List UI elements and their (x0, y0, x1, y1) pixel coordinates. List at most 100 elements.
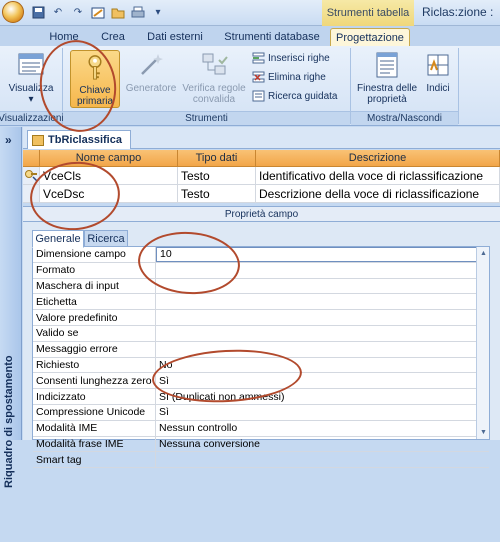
validation-icon (202, 53, 228, 75)
primary-key-label: Chiave primaria (76, 85, 114, 107)
property-label: Etichetta (33, 294, 156, 310)
property-value-input[interactable] (156, 263, 489, 278)
property-row[interactable]: Richiesto No (33, 357, 489, 374)
property-value-input[interactable]: Nessun controllo (156, 421, 489, 436)
group-label-tools: Strumenti (63, 111, 350, 125)
table-row[interactable]: VceCls Testo Identificativo della voce d… (23, 167, 500, 185)
lookup-wizard-label: Ricerca guidata (268, 90, 338, 102)
delete-rows-button[interactable]: Elimina righe (252, 71, 326, 83)
title-bar: ↶ ↷ ▾ Strumenti tabella Riclas:zione : (0, 0, 500, 26)
property-label: Formato (33, 262, 156, 278)
property-sheet-label: Finestra delle proprietà (356, 83, 418, 105)
indexes-icon (427, 54, 449, 76)
field-properties-header: Proprietà campo (23, 206, 500, 222)
tab-generale[interactable]: Generale (32, 230, 84, 248)
insert-rows-icon (252, 52, 265, 64)
print-icon[interactable] (130, 5, 146, 20)
table-row[interactable]: VceDsc Testo Descrizione della voce di r… (23, 185, 500, 203)
property-row[interactable]: Indicizzato Sì (Duplicati non ammessi) (33, 389, 489, 405)
row-selector[interactable] (23, 185, 40, 202)
property-row[interactable]: Dimensione campo 10 (33, 247, 489, 263)
property-value-input[interactable] (156, 279, 489, 294)
property-value-input[interactable] (156, 342, 489, 357)
primary-key-button[interactable]: Chiave primaria (70, 50, 120, 108)
property-row[interactable]: Maschera di input (33, 278, 489, 295)
tab-progettazione[interactable]: Progettazione (330, 28, 410, 46)
row-selector-header[interactable] (23, 150, 40, 166)
property-row[interactable]: Consenti lunghezza zero Sì (33, 373, 489, 390)
description-cell[interactable]: Identificativo della voce di riclassific… (256, 167, 500, 184)
property-label: Modalità IME (33, 420, 156, 436)
field-name-cell[interactable]: VceCls (40, 167, 178, 184)
property-label: Smart tag (33, 452, 156, 468)
office-button[interactable] (2, 1, 24, 23)
field-properties-table: Dimensione campo 10 Formato Maschera di i… (32, 246, 490, 469)
property-label: Dimensione campo (33, 247, 156, 262)
property-row[interactable]: Valore predefinito (33, 310, 489, 326)
field-design-grid: Nome campo Tipo dati Descrizione VceCls … (23, 150, 500, 203)
undo-icon[interactable]: ↶ (50, 5, 66, 20)
property-value-input[interactable] (156, 326, 489, 341)
insert-rows-button[interactable]: Inserisci righe (252, 52, 330, 64)
scroll-up-icon[interactable]: ▲ (478, 248, 489, 259)
validation-rules-button[interactable]: Verifica regole convalida (178, 50, 250, 105)
validation-label: Verifica regole convalida (182, 83, 246, 105)
view-button[interactable]: Visualizza ▾ (4, 50, 58, 105)
field-name-cell[interactable]: VceDsc (40, 185, 178, 202)
property-row[interactable]: Formato (33, 262, 489, 279)
tab-crea[interactable]: Crea (96, 28, 130, 46)
design-icon[interactable] (90, 5, 106, 20)
property-row[interactable]: Messaggio errore (33, 341, 489, 358)
group-label-views: Visualizzazioni (0, 111, 64, 125)
quick-access-toolbar: ↶ ↷ ▾ (30, 5, 166, 20)
property-row[interactable]: Compressione Unicode Sì (33, 404, 489, 421)
navigation-pane[interactable]: » Riquadro di spostamento (0, 127, 22, 488)
tab-dati-esterni[interactable]: Dati esterni (140, 28, 210, 46)
vertical-scrollbar[interactable]: ▲ ▼ (476, 247, 489, 439)
data-type-cell[interactable]: Testo (178, 185, 256, 202)
property-value-input[interactable]: Nessuna conversione (156, 437, 489, 452)
document-tab-tbriclassifica[interactable]: TbRiclassifica (27, 130, 131, 149)
property-value-input[interactable]: Sì (Duplicati non ammessi) (156, 389, 489, 404)
open-icon[interactable] (110, 5, 126, 20)
primary-key-small-icon (25, 169, 38, 182)
property-label: Richiesto (33, 357, 156, 373)
grid-header: Nome campo Tipo dati Descrizione (23, 150, 500, 167)
redo-icon[interactable]: ↷ (70, 5, 86, 20)
data-type-cell[interactable]: Testo (178, 167, 256, 184)
column-header-field-name: Nome campo (40, 150, 178, 166)
property-value-input[interactable]: Sì (156, 405, 489, 420)
property-row[interactable]: Valido se (33, 325, 489, 342)
property-row[interactable]: Smart tag (33, 452, 489, 469)
property-value-input[interactable]: Sì (156, 373, 489, 388)
context-tab-title: Strumenti tabella (322, 0, 414, 26)
property-row[interactable]: Modalità frase IME Nessuna conversione (33, 436, 489, 453)
property-row[interactable]: Etichetta (33, 294, 489, 311)
builder-button[interactable]: Generatore (124, 50, 178, 94)
property-value-input[interactable]: 10 (156, 247, 489, 262)
property-value-input[interactable]: No (156, 358, 489, 373)
window-title: Riclas:zione : (422, 5, 494, 19)
dropdown-icon[interactable]: ▾ (150, 5, 166, 20)
builder-label: Generatore (125, 83, 177, 94)
indexes-button[interactable]: Indici (420, 50, 456, 94)
description-cell[interactable]: Descrizione della voce di riclassificazi… (256, 185, 500, 202)
property-row[interactable]: Modalità IME Nessun controllo (33, 420, 489, 437)
property-value-input[interactable] (156, 294, 489, 309)
save-icon[interactable] (30, 5, 46, 20)
property-sheet-button[interactable]: Finestra delle proprietà (354, 50, 420, 105)
lookup-wizard-button[interactable]: Ricerca guidata (252, 90, 337, 102)
tab-strumenti-database[interactable]: Strumenti database (220, 28, 324, 46)
scroll-down-icon[interactable]: ▼ (478, 427, 489, 438)
property-value-input[interactable] (156, 452, 489, 467)
view-button-label: Visualizza (8, 83, 54, 94)
property-label: Valore predefinito (33, 310, 156, 325)
tab-home[interactable]: Home (46, 28, 82, 46)
property-value-input[interactable] (156, 310, 489, 325)
table-design-icon (32, 134, 44, 146)
ribbon-tabs: Home Crea Dati esterni Strumenti databas… (0, 26, 500, 46)
tab-ricerca[interactable]: Ricerca (84, 230, 128, 247)
expand-chevron-icon[interactable]: » (5, 133, 12, 147)
property-sheet-icon (376, 52, 398, 78)
row-selector[interactable] (23, 167, 40, 184)
